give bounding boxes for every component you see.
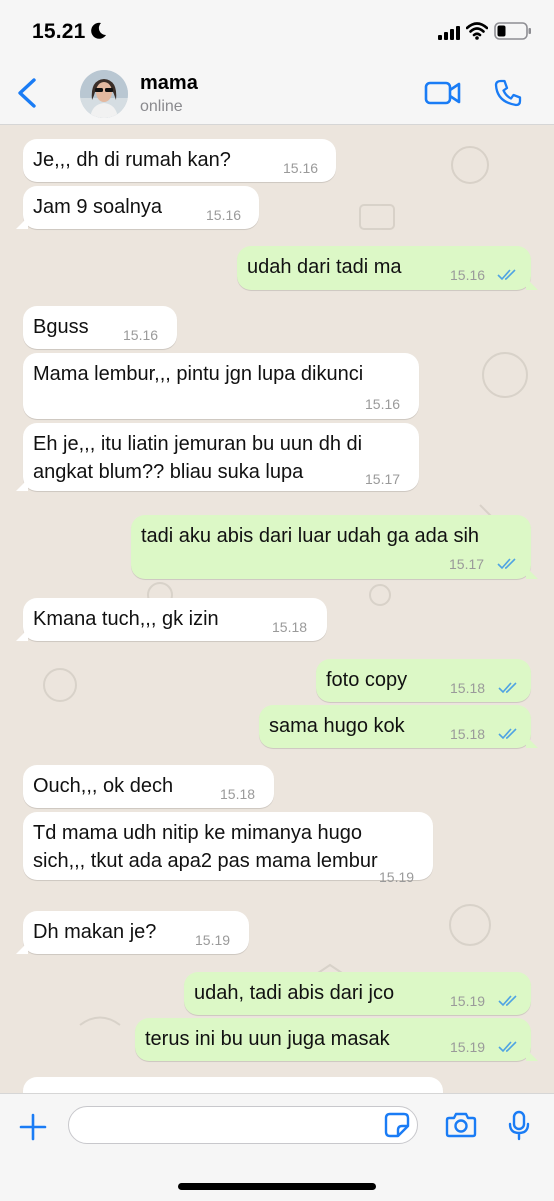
message-text: Ouch,,, ok dech xyxy=(33,775,174,797)
message-text: Eh je,,, itu liatin jemuran bu uun dh di xyxy=(33,433,363,455)
message-input[interactable] xyxy=(83,1107,377,1145)
video-camera-icon[interactable] xyxy=(424,80,462,106)
message-incoming[interactable]: Td mama udh nitip ke mimanya hugo sich,,… xyxy=(23,812,433,885)
chevron-left-icon[interactable] xyxy=(14,76,44,110)
message-incoming[interactable]: Mama lembur,,, pintu jgn lupa dikunci 15… xyxy=(23,353,419,419)
message-text: foto copy xyxy=(326,669,408,691)
message-outgoing[interactable]: udah, tadi abis dari jco 15.19 xyxy=(184,972,531,1015)
read-ticks-icon xyxy=(498,995,517,1007)
message-incoming-partial[interactable] xyxy=(23,1077,443,1093)
moon-icon xyxy=(91,22,106,39)
camera-icon[interactable] xyxy=(445,1112,477,1138)
message-text: Kmana tuch,,, gk izin xyxy=(33,608,219,630)
message-text: Bguss xyxy=(33,316,89,338)
home-indicator[interactable] xyxy=(178,1183,376,1190)
message-incoming[interactable]: Jam 9 soalnya 15.16 xyxy=(16,186,259,229)
read-ticks-icon xyxy=(497,269,516,281)
message-text: terus ini bu uun juga masak xyxy=(145,1028,390,1050)
message-outgoing[interactable]: sama hugo kok 15.18 xyxy=(259,705,538,748)
status-time: 15.21 xyxy=(32,20,86,43)
battery-icon xyxy=(494,22,531,40)
contact-status: online xyxy=(140,98,183,115)
message-text-line-2: sich,,, tkut ada apa2 pas mama lembur xyxy=(33,850,378,872)
message-time: 15.17 xyxy=(449,556,485,572)
message-incoming[interactable]: Eh je,,, itu liatin jemuran bu uun dh di… xyxy=(16,423,419,491)
message-text: Je,,, dh di rumah kan? xyxy=(33,149,231,171)
message-input-field[interactable] xyxy=(68,1106,418,1145)
message-time: 15.18 xyxy=(450,726,486,742)
message-time: 15.16 xyxy=(123,327,159,343)
message-outgoing[interactable]: udah dari tadi ma 15.16 xyxy=(237,246,538,290)
message-time: 15.19 xyxy=(379,869,415,885)
read-ticks-icon xyxy=(498,682,517,694)
message-time: 15.18 xyxy=(220,786,256,802)
message-text: Jam 9 soalnya xyxy=(33,196,162,218)
message-time: 15.19 xyxy=(195,932,231,948)
message-time: 15.19 xyxy=(450,993,486,1009)
message-outgoing[interactable]: tadi aku abis dari luar udah ga ada sih … xyxy=(131,515,538,579)
plus-icon[interactable] xyxy=(18,1112,48,1142)
avatar[interactable] xyxy=(80,70,128,118)
message-incoming[interactable]: Je,,, dh di rumah kan? 15.16 xyxy=(23,139,336,182)
message-text: tadi aku abis dari luar udah ga ada sih xyxy=(141,525,480,547)
message-incoming[interactable]: Kmana tuch,,, gk izin 15.18 xyxy=(16,598,327,641)
message-outgoing[interactable]: foto copy 15.18 xyxy=(316,659,531,702)
message-outgoing[interactable]: terus ini bu uun juga masak 15.19 xyxy=(135,1018,538,1061)
status-bar: 15.21 xyxy=(0,0,554,62)
message-time: 15.16 xyxy=(365,396,401,412)
message-text: udah, tadi abis dari jco xyxy=(194,982,395,1004)
phone-icon[interactable] xyxy=(493,78,523,108)
contact-name[interactable]: mama xyxy=(140,72,198,95)
message-incoming[interactable]: Bguss 15.16 xyxy=(23,306,177,349)
read-ticks-icon xyxy=(498,728,517,740)
message-text-line-2: angkat blum?? bliau suka lupa xyxy=(33,461,304,483)
chat-header: mama online xyxy=(0,62,554,125)
message-text: udah dari tadi ma xyxy=(247,256,402,278)
message-time: 15.17 xyxy=(365,471,401,487)
message-time: 15.18 xyxy=(272,619,308,635)
microphone-icon[interactable] xyxy=(507,1110,531,1142)
message-incoming[interactable]: Dh makan je? 15.19 xyxy=(16,911,249,954)
message-time: 15.16 xyxy=(283,160,319,176)
message-text: Dh makan je? xyxy=(33,921,157,943)
sticker-icon[interactable] xyxy=(384,1112,410,1138)
message-time: 15.19 xyxy=(450,1039,486,1055)
message-text: Mama lembur,,, pintu jgn lupa dikunci xyxy=(33,363,364,385)
chat-area[interactable]: Je,,, dh di rumah kan? 15.16 Jam 9 soaln… xyxy=(0,125,554,1093)
message-time: 15.18 xyxy=(450,680,486,696)
message-time: 15.16 xyxy=(206,207,242,223)
read-ticks-icon xyxy=(497,558,516,570)
signal-icon xyxy=(438,26,460,40)
message-incoming[interactable]: Ouch,,, ok dech 15.18 xyxy=(23,765,274,808)
wifi-icon xyxy=(466,22,488,40)
message-time: 15.16 xyxy=(450,267,486,283)
message-text: Td mama udh nitip ke mimanya hugo xyxy=(33,822,363,844)
read-ticks-icon xyxy=(498,1041,517,1053)
message-text: sama hugo kok xyxy=(269,715,405,737)
